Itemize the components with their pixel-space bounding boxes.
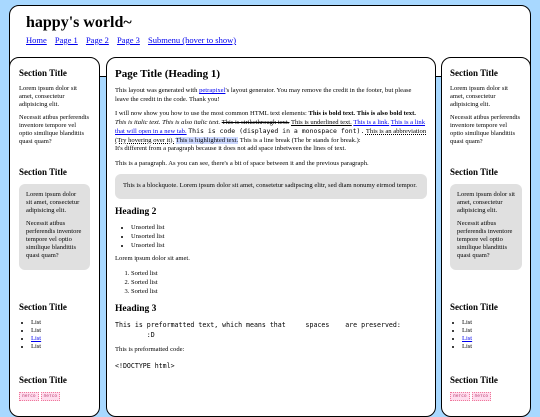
- section-text: Lorem ipsum dolor sit amet, consectetur …: [450, 85, 508, 108]
- gray-box: Lorem ipsum dolor sit amet, consectetur …: [450, 184, 522, 270]
- nav-page2-link[interactable]: Page 2: [86, 35, 109, 45]
- list-item: List: [462, 319, 522, 327]
- section-title: Section Title: [19, 375, 67, 385]
- nav-home-link[interactable]: Home: [26, 35, 47, 45]
- nav-page3-link[interactable]: Page 3: [117, 35, 140, 45]
- list-item: Sorted list: [131, 278, 427, 287]
- list-item: Unsorted list: [131, 223, 427, 232]
- tag-badge: петсо: [19, 392, 39, 401]
- highlight-text: This is highlighted text.: [175, 136, 239, 144]
- section-text: Necessit atibus perferendis inventore te…: [26, 220, 82, 259]
- tag-row: петсо петсо: [19, 392, 90, 401]
- intro-paragraph: This layout was generated with petrapixe…: [115, 87, 412, 103]
- nav-submenu-link[interactable]: Submenu (hover to show): [148, 35, 236, 45]
- right-sidebar: Section Title Lorem ipsum dolor sit amet…: [441, 57, 531, 417]
- blockquote: This is a blockquote. Lorem ipsum dolor …: [115, 174, 427, 199]
- section-text: Lorem ipsum dolor sit amet, consectetur …: [26, 191, 80, 214]
- main-nav: Home Page 1 Page 2 Page 3 Submenu (hover…: [26, 35, 514, 45]
- unsorted-list: Unsorted list Unsorted list Unsorted lis…: [115, 223, 427, 250]
- list-item: List: [31, 319, 90, 327]
- list-item[interactable]: List: [31, 335, 90, 343]
- section-title: Section Title: [19, 167, 67, 177]
- tag-badge: петсо: [450, 392, 470, 401]
- example-link[interactable]: This is a link.: [353, 119, 389, 126]
- section-text: Necessit atibus perferendis inventore te…: [19, 114, 90, 145]
- section-text: Lorem ipsum dolor sit amet, consectetur …: [457, 191, 515, 214]
- text-elements-paragraph: I will now show you how to use the most …: [115, 110, 427, 152]
- section-title: Section Title: [450, 68, 498, 78]
- list-item: List: [31, 327, 90, 335]
- list-item: List: [462, 343, 522, 351]
- list-item: Unsorted list: [131, 241, 427, 250]
- tag-badge: петсо: [40, 392, 61, 401]
- gray-box: Lorem ipsum dolor sit amet, consectetur …: [19, 184, 90, 270]
- credit-link[interactable]: petrapixel: [199, 87, 225, 94]
- page-title: Page Title (Heading 1): [115, 68, 221, 80]
- section-text: Necessit atibus perferendis inventore te…: [450, 114, 521, 145]
- sorted-list: Sorted list Sorted list Sorted list: [115, 269, 427, 296]
- paragraph: This is a paragraph. As you can see, the…: [115, 159, 369, 167]
- nav-page1-link[interactable]: Page 1: [55, 35, 78, 45]
- list-item: List: [31, 343, 90, 351]
- list-item: Unsorted list: [131, 232, 427, 241]
- heading-3: Heading 3: [115, 304, 157, 314]
- list-item: Sorted list: [131, 269, 427, 278]
- section-title: Section Title: [450, 167, 498, 177]
- left-sidebar: Section Title Lorem ipsum dolor sit amet…: [9, 57, 100, 417]
- preformatted-code: <!DOCTYPE html>: [115, 361, 175, 370]
- tag-row: петсо петсо: [450, 392, 522, 401]
- sidebar-list: List List List List: [19, 319, 90, 351]
- list-item: List: [462, 327, 522, 335]
- list-item: Sorted list: [131, 287, 427, 296]
- section-title: Section Title: [19, 68, 67, 78]
- code-text: This is code (displayed in a monospace f…: [188, 127, 365, 135]
- list-link[interactable]: List: [462, 335, 472, 342]
- heading-2: Heading 2: [115, 206, 157, 217]
- section-title: Section Title: [19, 302, 67, 312]
- section-text: Lorem ipsum dolor sit amet, consectetur …: [19, 85, 77, 108]
- preformatted-code-label: This is preformatted code:: [115, 346, 185, 353]
- main-content: Page Title (Heading 1) This layout was g…: [106, 57, 436, 417]
- section-text: Necessit atibus perferendis inventore te…: [457, 220, 513, 259]
- section-title: Section Title: [450, 375, 498, 385]
- list-link[interactable]: List: [31, 335, 41, 342]
- preformatted-text: This is preformatted text, which means t…: [115, 321, 401, 339]
- list-item[interactable]: List: [462, 335, 522, 343]
- tag-badge: петсо: [471, 392, 492, 401]
- section-title: Section Title: [450, 302, 498, 312]
- sidebar-list: List List List List: [450, 319, 522, 351]
- lorem-text: Lorem ipsum dolor sit amet.: [115, 254, 190, 262]
- site-title: happy's world~: [26, 14, 132, 31]
